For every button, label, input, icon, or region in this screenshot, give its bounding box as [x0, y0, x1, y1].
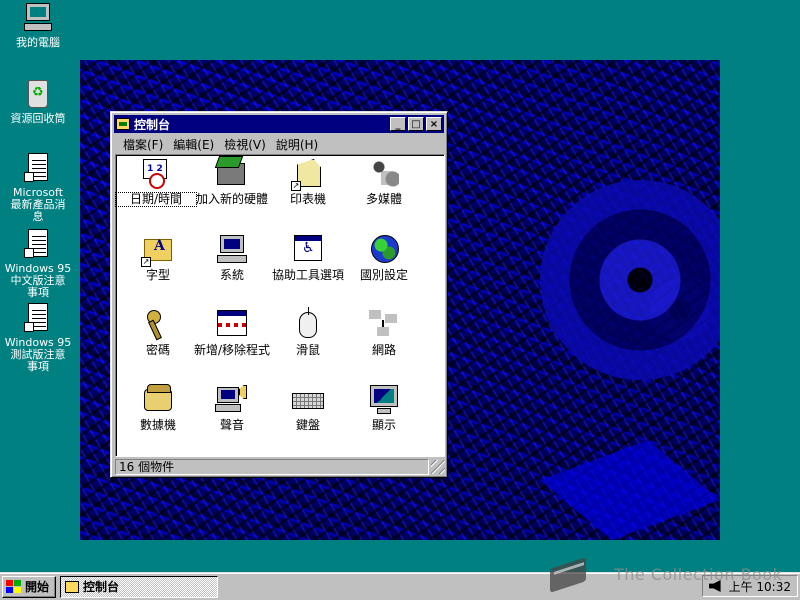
status-bar: 16 個物件 [115, 459, 445, 475]
cp-item-regional-settings[interactable]: 國別設定 [344, 233, 424, 282]
control-panel-icon [65, 580, 79, 593]
cp-item-label: 日期/時間 [115, 192, 197, 207]
cp-item-label: 多媒體 [365, 192, 402, 206]
cp-item-label: 顯示 [371, 418, 396, 432]
accessibility-icon [291, 233, 325, 267]
document-shortcut-icon: ↗ [22, 302, 54, 334]
control-panel-content: 1 2 日期/時間 加入新的硬體 ↗ 印表機 多媒體 ↗ 字型 系統 協助工具選… [115, 154, 445, 457]
document-shortcut-icon: ↗ [22, 228, 54, 260]
book-icon [548, 557, 592, 591]
add-hardware-icon [215, 157, 249, 191]
keyboard-icon [291, 383, 325, 417]
cp-item-mouse[interactable]: 滑鼠 [268, 307, 348, 357]
taskbar-button-label: 控制台 [83, 580, 120, 594]
desktop-icon-my-computer[interactable]: 我的電腦 [0, 2, 76, 49]
resize-grip[interactable] [431, 460, 445, 474]
add-remove-programs-icon [215, 308, 249, 342]
windows-logo-icon [6, 579, 22, 594]
network-icon [367, 308, 401, 342]
cp-item-accessibility[interactable]: 協助工具選項 [268, 233, 348, 282]
desktop-icon-label: Microsoft 最新產品消 息 [10, 186, 66, 223]
multimedia-icon [367, 157, 401, 191]
cp-item-label: 鍵盤 [295, 418, 320, 432]
window-titlebar[interactable]: 控制台 _ □ × [114, 115, 444, 133]
cp-item-label: 密碼 [145, 343, 170, 357]
desktop-icon-microsoft-news[interactable]: ↗ Microsoft 最新產品消 息 [0, 152, 76, 223]
cp-item-fonts[interactable]: ↗ 字型 [118, 233, 198, 282]
my-computer-icon [22, 2, 54, 34]
wallpaper-shape-graphic [540, 440, 720, 540]
system-icon [215, 233, 249, 267]
fonts-icon: ↗ [141, 233, 175, 267]
start-button-label: 開始 [25, 580, 50, 594]
desktop-icon-label: Windows 95 測試版注意 事項 [4, 336, 72, 373]
minimize-button[interactable]: _ [390, 117, 406, 131]
wallpaper-disc-graphic [540, 180, 720, 380]
cp-item-label: 字型 [145, 268, 170, 282]
display-icon [367, 383, 401, 417]
sounds-icon [215, 383, 249, 417]
cp-item-network[interactable]: 網路 [344, 308, 424, 357]
cp-item-system[interactable]: 系統 [192, 233, 272, 282]
menu-view[interactable]: 檢視(V) [219, 136, 271, 153]
cp-item-date-time[interactable]: 1 2 日期/時間 [115, 157, 197, 207]
menu-bar: 檔案(F) 編輯(E) 檢視(V) 說明(H) [114, 134, 444, 154]
desktop-icon-win95-beta-notes[interactable]: ↗ Windows 95 測試版注意 事項 [0, 302, 76, 373]
start-button[interactable]: 開始 [2, 575, 56, 598]
desktop-icon-win95-chinese-notes[interactable]: ↗ Windows 95 中文版注意 事項 [0, 228, 76, 299]
cp-item-sounds[interactable]: 聲音 [192, 383, 272, 432]
modems-icon [141, 383, 175, 417]
desktop-icon-label: Windows 95 中文版注意 事項 [4, 262, 72, 299]
cp-item-label: 印表機 [289, 192, 326, 206]
cp-item-printers[interactable]: ↗ 印表機 [268, 157, 348, 206]
recycle-bin-icon [22, 78, 54, 110]
cp-item-label: 新增/移除程式 [193, 343, 271, 357]
taskbar-button-control-panel[interactable]: 控制台 [60, 575, 218, 598]
object-count: 16 個物件 [115, 459, 429, 475]
document-shortcut-icon: ↗ [22, 152, 54, 184]
date-time-icon: 1 2 [139, 157, 173, 191]
cp-item-label: 聲音 [219, 418, 244, 432]
desktop-icon-label: 我的電腦 [16, 36, 60, 49]
cp-item-label: 協助工具選項 [271, 268, 344, 282]
regional-settings-icon [367, 233, 401, 267]
close-button[interactable]: × [426, 117, 442, 131]
cp-item-add-hardware[interactable]: 加入新的硬體 [192, 157, 272, 206]
cp-item-multimedia[interactable]: 多媒體 [344, 157, 424, 206]
menu-edit[interactable]: 編輯(E) [168, 136, 219, 153]
cp-item-label: 滑鼠 [295, 343, 320, 357]
cp-item-label: 加入新的硬體 [195, 192, 268, 206]
desktop-icon-label: 資源回收筒 [10, 112, 66, 125]
cp-item-passwords[interactable]: 密碼 [118, 308, 198, 357]
control-panel-window: 控制台 _ □ × 檔案(F) 編輯(E) 檢視(V) 說明(H) 1 2 日期… [110, 111, 448, 478]
watermark-text: The Collection Book [614, 564, 783, 584]
menu-help[interactable]: 說明(H) [271, 136, 323, 153]
control-panel-icon [116, 118, 130, 130]
passwords-icon [141, 308, 175, 342]
cp-item-keyboard[interactable]: 鍵盤 [268, 383, 348, 432]
cp-item-label: 國別設定 [359, 268, 408, 282]
cp-item-add-remove-programs[interactable]: 新增/移除程式 [192, 308, 272, 357]
desktop-icon-recycle-bin[interactable]: 資源回收筒 [0, 78, 76, 125]
cp-item-label: 系統 [219, 268, 244, 282]
cp-item-modems[interactable]: 數據機 [118, 383, 198, 432]
watermark: The Collection Book [548, 556, 788, 592]
printers-icon: ↗ [291, 157, 325, 191]
cp-item-label: 數據機 [139, 418, 176, 432]
cp-item-label: 網路 [371, 343, 396, 357]
menu-file[interactable]: 檔案(F) [118, 136, 168, 153]
window-title: 控制台 [134, 117, 171, 132]
mouse-icon [291, 307, 325, 342]
maximize-button[interactable]: □ [408, 117, 424, 131]
cp-item-display[interactable]: 顯示 [344, 383, 424, 432]
